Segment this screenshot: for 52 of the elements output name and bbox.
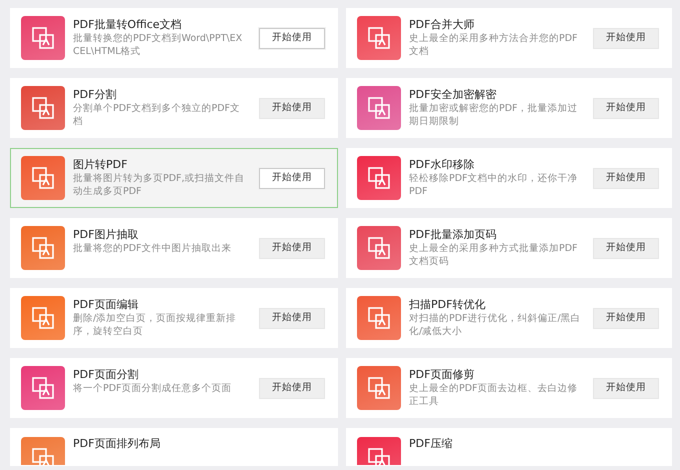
start-button[interactable]: 开始使用 <box>259 378 325 398</box>
start-button[interactable]: 开始使用 <box>259 98 325 118</box>
tool-card[interactable]: PDF页面修剪 史上最全的PDF页面去边框、去白边修正工具 开始使用 <box>346 358 672 418</box>
tool-title: PDF水印移除 <box>409 158 476 172</box>
start-button[interactable]: 开始使用 <box>259 28 325 48</box>
start-button[interactable]: 开始使用 <box>593 308 659 328</box>
tool-card[interactable]: PDF页面编辑 删除/添加空白页，页面按规律重新排序，旋转空白页 开始使用 <box>10 288 338 348</box>
tool-card[interactable]: PDF分割 分割单个PDF文档到多个独立的PDF文档 开始使用 <box>10 78 338 138</box>
tool-title: PDF批量添加页码 <box>409 228 498 242</box>
start-button[interactable]: 开始使用 <box>593 28 659 48</box>
tool-title: 图片转PDF <box>73 158 128 172</box>
tool-description: 批量将您的PDF文件中图片抽取出来 <box>73 243 233 256</box>
tool-description: 批量加密或解密您的PDF，批量添加过期日期限制 <box>409 103 579 129</box>
tool-card[interactable]: PDF图片抽取 批量将您的PDF文件中图片抽取出来 开始使用 <box>10 218 338 278</box>
start-button[interactable]: 开始使用 <box>259 238 325 258</box>
tool-description: 史上最全的采用多种方法合并您的PDF文档 <box>409 33 579 59</box>
tool-description: 批量将图片转为多页PDF,或扫描文件自动生成多页PDF <box>73 173 245 199</box>
tool-card[interactable]: PDF页面分割 将一个PDF页面分割成任意多个页面 开始使用 <box>10 358 338 418</box>
tool-card[interactable]: PDF批量添加页码 史上最全的采用多种方式批量添加PDF文档页码 开始使用 <box>346 218 672 278</box>
start-button[interactable]: 开始使用 <box>593 98 659 118</box>
tool-card[interactable]: PDF页面排列布局 <box>10 428 338 466</box>
tool-title: PDF安全加密解密 <box>409 88 498 102</box>
tool-description: 史上最全的采用多种方式批量添加PDF文档页码 <box>409 243 579 269</box>
start-button[interactable]: 开始使用 <box>593 168 659 188</box>
tool-card[interactable]: PDF压缩 <box>346 428 672 466</box>
start-button[interactable]: 开始使用 <box>259 168 325 188</box>
tool-title: PDF页面修剪 <box>409 368 476 382</box>
tool-description: 对扫描的PDF进行优化，纠斜偏正/黑白化/减低大小 <box>409 313 581 339</box>
tool-card[interactable]: PDF批量转Office文档 批量转换您的PDF文档到Word\PPT\EXCEL\HTML格式 开始使用 <box>10 8 338 68</box>
tool-description: 轻松移除PDF文档中的水印，还你干净PDF <box>409 173 579 199</box>
tool-card[interactable]: PDF水印移除 轻松移除PDF文档中的水印，还你干净PDF 开始使用 <box>346 148 672 208</box>
tool-card[interactable]: PDF合并大师 史上最全的采用多种方法合并您的PDF文档 开始使用 <box>346 8 672 68</box>
start-button[interactable]: 开始使用 <box>259 308 325 328</box>
tool-description: 删除/添加空白页，页面按规律重新排序，旋转空白页 <box>73 313 238 339</box>
tool-title: PDF压缩 <box>409 437 454 452</box>
tool-description: 史上最全的PDF页面去边框、去白边修正工具 <box>409 383 579 409</box>
tool-title: PDF合并大师 <box>409 18 476 32</box>
tool-title: 扫描PDF转优化 <box>409 298 486 312</box>
start-button[interactable]: 开始使用 <box>593 238 659 258</box>
tool-description: 批量转换您的PDF文档到Word\PPT\EXCEL\HTML格式 <box>73 33 244 59</box>
tool-title: PDF页面分割 <box>73 368 140 382</box>
tool-card[interactable]: 扫描PDF转优化 对扫描的PDF进行优化，纠斜偏正/黑白化/减低大小 开始使用 <box>346 288 672 348</box>
tool-description: 将一个PDF页面分割成任意多个页面 <box>73 383 233 396</box>
tool-title: PDF批量转Office文档 <box>73 18 183 32</box>
tool-description: 分割单个PDF文档到多个独立的PDF文档 <box>73 103 242 129</box>
tool-title: PDF页面排列布局 <box>73 437 162 452</box>
tool-title: PDF分割 <box>73 88 118 102</box>
tool-title: PDF页面编辑 <box>73 298 140 312</box>
tool-card[interactable]: PDF安全加密解密 批量加密或解密您的PDF，批量添加过期日期限制 开始使用 <box>346 78 672 138</box>
start-button[interactable]: 开始使用 <box>593 378 659 398</box>
tool-title: PDF图片抽取 <box>73 228 140 242</box>
tool-card[interactable]: 图片转PDF 批量将图片转为多页PDF,或扫描文件自动生成多页PDF 开始使用 <box>10 148 338 208</box>
